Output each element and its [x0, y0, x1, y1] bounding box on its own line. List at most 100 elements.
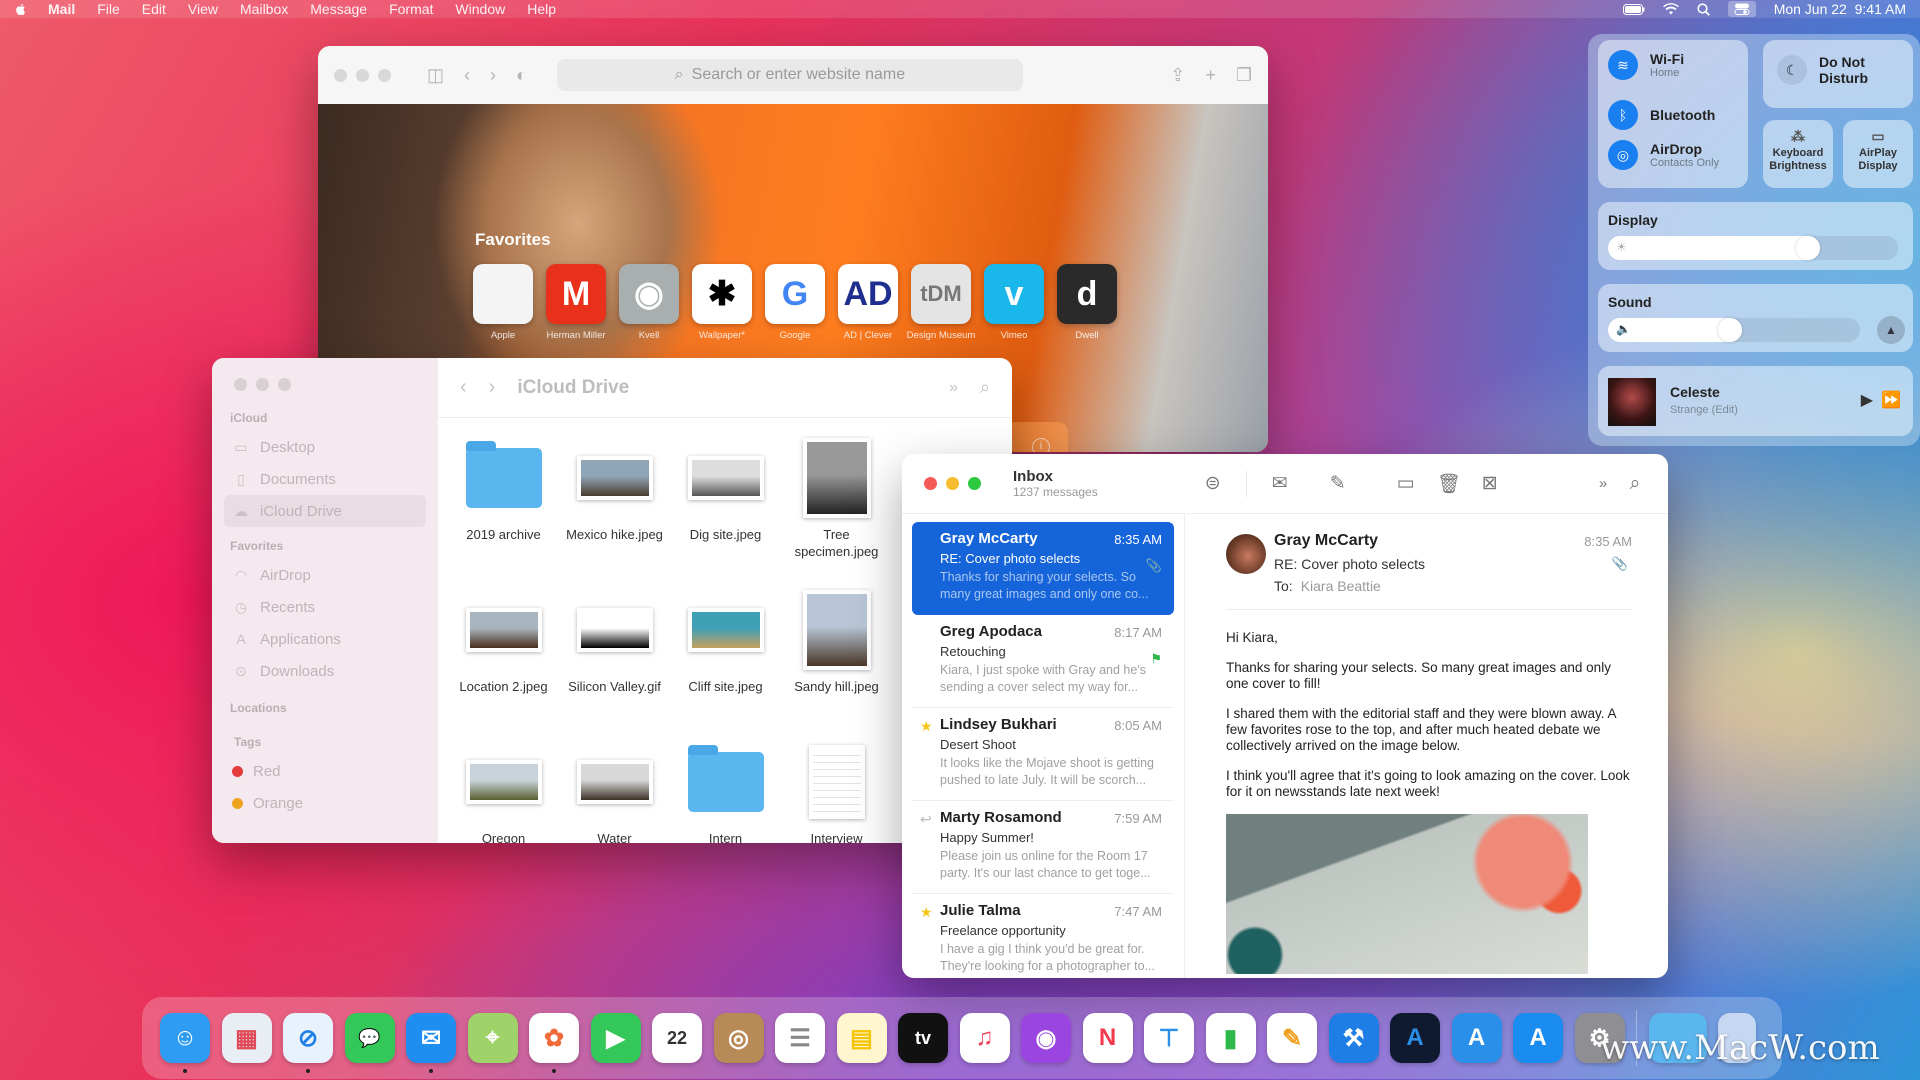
- fast-forward-icon[interactable]: ⏩: [1881, 390, 1901, 410]
- favorite-site[interactable]: d Dwell: [1057, 264, 1117, 341]
- close-button[interactable]: [334, 68, 347, 82]
- sidebar-toggle-icon[interactable]: ◫: [427, 65, 444, 86]
- dock-app-pages[interactable]: ✎: [1267, 1013, 1317, 1063]
- dock-app-contacts[interactable]: ◎: [713, 1013, 764, 1063]
- menu-view[interactable]: View: [188, 1, 218, 17]
- filter-icon[interactable]: ⊜: [1202, 472, 1224, 495]
- favorite-site[interactable]: Apple: [473, 264, 533, 341]
- message-list-item[interactable]: Gray McCarty 8:35 AM RE: Cover photo selec…: [912, 522, 1174, 615]
- sidebar-item[interactable]: ◷ Recents: [224, 591, 426, 623]
- message-list-item[interactable]: ★ Julie Talma 7:47 AM Freelance opportunity…: [912, 894, 1174, 978]
- message-list-item[interactable]: Greg Apodaca 8:17 AM Retouching Kiara, I ju…: [912, 615, 1174, 708]
- minimize-button[interactable]: [256, 378, 269, 391]
- zoom-button[interactable]: [278, 378, 291, 391]
- close-button[interactable]: [234, 378, 247, 391]
- sidebar-item[interactable]: ☁ iCloud Drive: [224, 495, 426, 527]
- favorite-site[interactable]: M Herman Miller: [546, 264, 606, 341]
- dock-app-calendar[interactable]: 22: [652, 1013, 702, 1063]
- file-item[interactable]: Sandy hill.jpeg: [781, 590, 892, 714]
- sidebar-item[interactable]: A Applications: [224, 623, 426, 655]
- file-item[interactable]: Dig site.jpeg: [670, 438, 781, 562]
- close-button[interactable]: [924, 477, 937, 490]
- info-icon[interactable]: i: [1032, 438, 1050, 452]
- file-item[interactable]: Oregon: [448, 742, 559, 843]
- file-item[interactable]: Water: [559, 742, 670, 843]
- dock-app-reminders[interactable]: ☰: [775, 1013, 825, 1063]
- file-item[interactable]: Location 2.jpeg: [448, 590, 559, 714]
- slider-knob[interactable]: [1718, 318, 1742, 342]
- dock-app-news[interactable]: N: [1082, 1013, 1133, 1063]
- file-item[interactable]: Interview: [781, 742, 892, 843]
- menu-message[interactable]: Message: [310, 1, 367, 17]
- menu-format[interactable]: Format: [389, 1, 433, 17]
- file-item[interactable]: 2019 archive: [448, 438, 559, 562]
- recipient-name[interactable]: Kiara Beattie: [1301, 578, 1381, 594]
- dock-app-facetime[interactable]: ▶: [590, 1013, 641, 1063]
- minimize-button[interactable]: [356, 68, 369, 82]
- favorite-site[interactable]: v Vimeo: [984, 264, 1044, 341]
- dock-app-launchpad[interactable]: ▦: [221, 1013, 272, 1063]
- menu-file[interactable]: File: [97, 1, 120, 17]
- sidebar-item[interactable]: ▯ Documents: [224, 463, 426, 495]
- dock-app-tv[interactable]: tv: [898, 1013, 948, 1063]
- favorite-site[interactable]: ✱ Wallpaper*: [692, 264, 752, 341]
- search-icon[interactable]: ⌕: [980, 377, 990, 398]
- audio-output-button[interactable]: ▲: [1877, 316, 1905, 344]
- favorite-site[interactable]: G Google: [765, 264, 825, 341]
- display-brightness-slider[interactable]: ☀: [1608, 236, 1898, 260]
- spotlight-search-icon[interactable]: [1697, 2, 1710, 16]
- dock-app-photos[interactable]: ✿: [529, 1013, 579, 1073]
- do-not-disturb-tile[interactable]: ☾ Do Not Disturb: [1763, 40, 1913, 108]
- message-list-item[interactable]: ★ Lindsey Bukhari 8:05 AM Desert Shoot It lo…: [912, 708, 1174, 801]
- forward-icon[interactable]: ›: [490, 65, 496, 86]
- dock-app-mail[interactable]: ✉: [406, 1013, 456, 1073]
- keyboard-brightness-tile[interactable]: ⁂ Keyboard Brightness: [1763, 120, 1833, 188]
- play-icon[interactable]: ▶: [1861, 390, 1873, 410]
- trash-icon[interactable]: 🗑: [1437, 472, 1461, 496]
- dock-app-keynote[interactable]: ⊤: [1144, 1013, 1194, 1063]
- attached-cover-image[interactable]: [1226, 814, 1588, 974]
- new-tab-icon[interactable]: +: [1205, 65, 1216, 86]
- get-mail-icon[interactable]: ✉: [1269, 472, 1291, 495]
- forward-icon[interactable]: ›: [489, 376, 496, 399]
- back-icon[interactable]: ‹: [460, 376, 467, 399]
- dock-app-simulator[interactable]: A: [1451, 1013, 1502, 1063]
- junk-icon[interactable]: ⊠: [1479, 472, 1501, 495]
- bluetooth-toggle[interactable]: ᛒ Bluetooth: [1608, 100, 1715, 130]
- more-toolbar-icon[interactable]: »: [949, 379, 958, 397]
- zoom-button[interactable]: [378, 68, 391, 82]
- battery-icon[interactable]: [1622, 3, 1645, 15]
- control-center-button[interactable]: [1727, 1, 1756, 17]
- wifi-toggle[interactable]: ≋ Wi-Fi Home: [1608, 50, 1684, 80]
- file-item[interactable]: Tree specimen.jpeg: [781, 438, 892, 562]
- zoom-button[interactable]: [968, 477, 981, 490]
- sidebar-item[interactable]: ⊙ Downloads: [224, 655, 426, 687]
- dock-app-notes[interactable]: ▤: [836, 1013, 887, 1063]
- compose-icon[interactable]: ✎: [1327, 472, 1349, 495]
- dock-app-finder[interactable]: ☺: [160, 1013, 210, 1073]
- archive-icon[interactable]: ▭: [1395, 472, 1417, 495]
- wifi-icon[interactable]: [1662, 3, 1679, 15]
- more-toolbar-icon[interactable]: »: [1592, 475, 1614, 492]
- dock-app-maps[interactable]: ⌖: [467, 1013, 518, 1063]
- dock-app-safari[interactable]: ⊘: [283, 1013, 333, 1073]
- airplay-display-tile[interactable]: ▭ AirPlay Display: [1843, 120, 1913, 188]
- dock-app-app-store[interactable]: A: [1513, 1013, 1563, 1063]
- slider-knob[interactable]: [1796, 236, 1820, 260]
- menu-window[interactable]: Window: [455, 1, 505, 17]
- volume-slider[interactable]: 🔈: [1608, 318, 1860, 342]
- menu-help[interactable]: Help: [527, 1, 556, 17]
- file-item[interactable]: Mexico hike.jpeg: [559, 438, 670, 562]
- menu-app-name[interactable]: Mail: [48, 1, 75, 17]
- dock-app-music[interactable]: ♫: [959, 1013, 1010, 1063]
- sidebar-item[interactable]: Red: [224, 755, 426, 787]
- dock-app-instruments[interactable]: A: [1390, 1013, 1440, 1063]
- minimize-button[interactable]: [946, 477, 959, 490]
- search-icon[interactable]: ⌕: [1624, 473, 1646, 495]
- sidebar-item[interactable]: Orange: [224, 787, 426, 819]
- dock-app-xcode[interactable]: ⚒: [1328, 1013, 1379, 1063]
- file-item[interactable]: Cliff site.jpeg: [670, 590, 781, 714]
- back-icon[interactable]: ‹: [464, 65, 470, 86]
- menu-mailbox[interactable]: Mailbox: [240, 1, 288, 17]
- dock-app-numbers[interactable]: ▮: [1205, 1013, 1256, 1063]
